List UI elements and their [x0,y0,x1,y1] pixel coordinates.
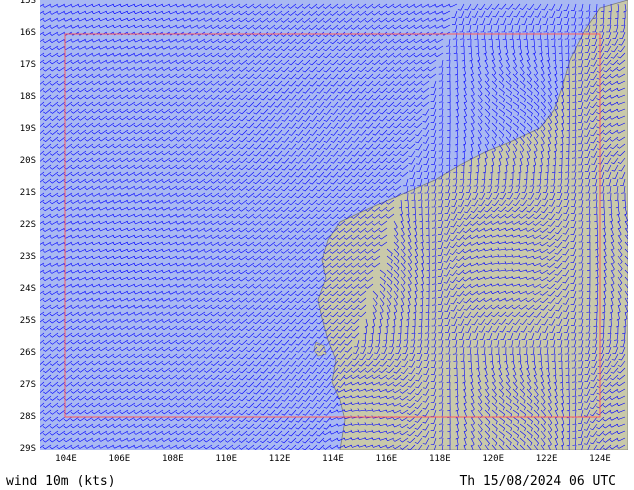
y-tick-label: 19S [19,124,36,134]
y-tick-label: 21S [19,188,36,198]
x-tick-label: 110E [215,454,238,464]
y-tick-label: 20S [19,156,36,166]
valid-time-caption: Th 15/08/2024 06 UTC [459,474,616,489]
y-tick-label: 26S [19,348,36,358]
wind-map-figure: 15S 16S 17S 18S 19S 20S 21S 22S 23S 24S 25S 26S 27S 2… [0,0,634,490]
y-tick-label: 22S [19,220,36,230]
y-tick-label: 25S [19,316,36,326]
y-tick-label: 17S [19,60,36,70]
y-tick-label: 16S [19,28,36,38]
x-tick-label: 112E [268,454,291,464]
y-tick-label: 27S [19,380,36,390]
x-tick-label: 116E [375,454,398,464]
x-tick-label: 114E [322,454,344,464]
x-tick-label: 120E [482,454,505,464]
y-tick-label: 15S [19,0,36,6]
y-tick-label: 29S [19,444,36,454]
x-tick-label: 104E [55,454,77,464]
x-tick-label: 106E [108,454,131,464]
x-tick-label: 124E [589,454,611,464]
y-tick-label: 23S [19,252,36,262]
x-tick-label: 118E [428,454,451,464]
y-tick-label: 24S [19,284,36,294]
wind-map [40,0,628,450]
variable-caption: wind 10m (kts) [6,474,116,489]
x-tick-label: 122E [535,454,558,464]
x-tick-label: 108E [161,454,184,464]
y-tick-label: 28S [19,412,36,422]
y-tick-label: 18S [19,92,36,102]
